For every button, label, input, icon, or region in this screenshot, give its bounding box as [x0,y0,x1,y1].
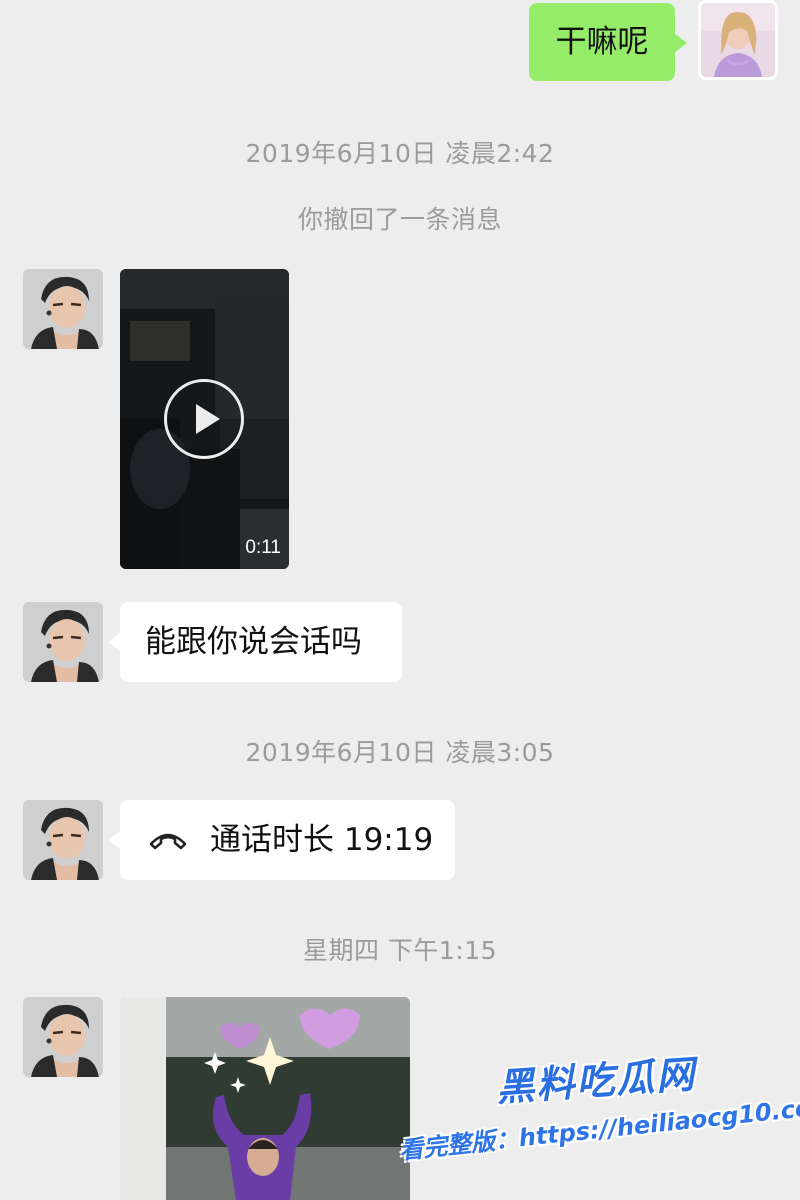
self-avatar[interactable] [698,0,778,80]
self-message-text: 干嘛呢 [555,23,649,60]
contact-message-bubble[interactable]: 能跟你说会话吗 [108,602,402,682]
timestamp: 2019年6月10日 凌晨3:05 [245,738,555,767]
contact-avatar[interactable] [23,800,103,880]
contact-avatar[interactable] [23,269,103,349]
call-duration-text: 通话时长 19:19 [210,821,434,858]
phone-hangup-icon [148,828,188,852]
video-duration: 0:11 [245,537,281,558]
contact-message-text: 能跟你说会话吗 [145,623,362,660]
recall-notice: 你撤回了一条消息 [297,205,502,234]
timestamp: 星期四 下午1:15 [302,936,498,965]
chat-view: 干嘛呢 2019年6月10日 凌晨2:42 你撤回了一条消息 0:11 能跟你说… [0,0,800,1200]
call-record-bubble[interactable]: 通话时长 19:19 [108,800,455,880]
play-icon[interactable] [164,379,244,459]
self-message-bubble[interactable]: 干嘛呢 [529,3,687,81]
image-message[interactable] [120,997,410,1200]
timestamp: 2019年6月10日 凌晨2:42 [245,139,555,168]
video-message[interactable]: 0:11 [120,269,289,569]
contact-avatar[interactable] [23,602,103,682]
contact-avatar[interactable] [23,997,103,1077]
